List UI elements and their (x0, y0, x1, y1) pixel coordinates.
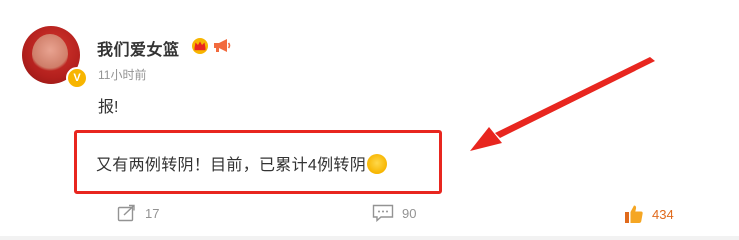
comment-button[interactable]: 90 (372, 204, 416, 222)
like-count: 434 (652, 206, 674, 222)
like-button[interactable]: 434 (624, 204, 674, 224)
thumbs-up-icon (625, 205, 643, 223)
comment-icon (372, 204, 394, 222)
repost-button[interactable]: 17 (117, 204, 159, 222)
share-icon (117, 204, 135, 222)
divider (0, 236, 739, 240)
comment-count: 90 (402, 205, 417, 221)
repost-count: 17 (145, 205, 160, 221)
